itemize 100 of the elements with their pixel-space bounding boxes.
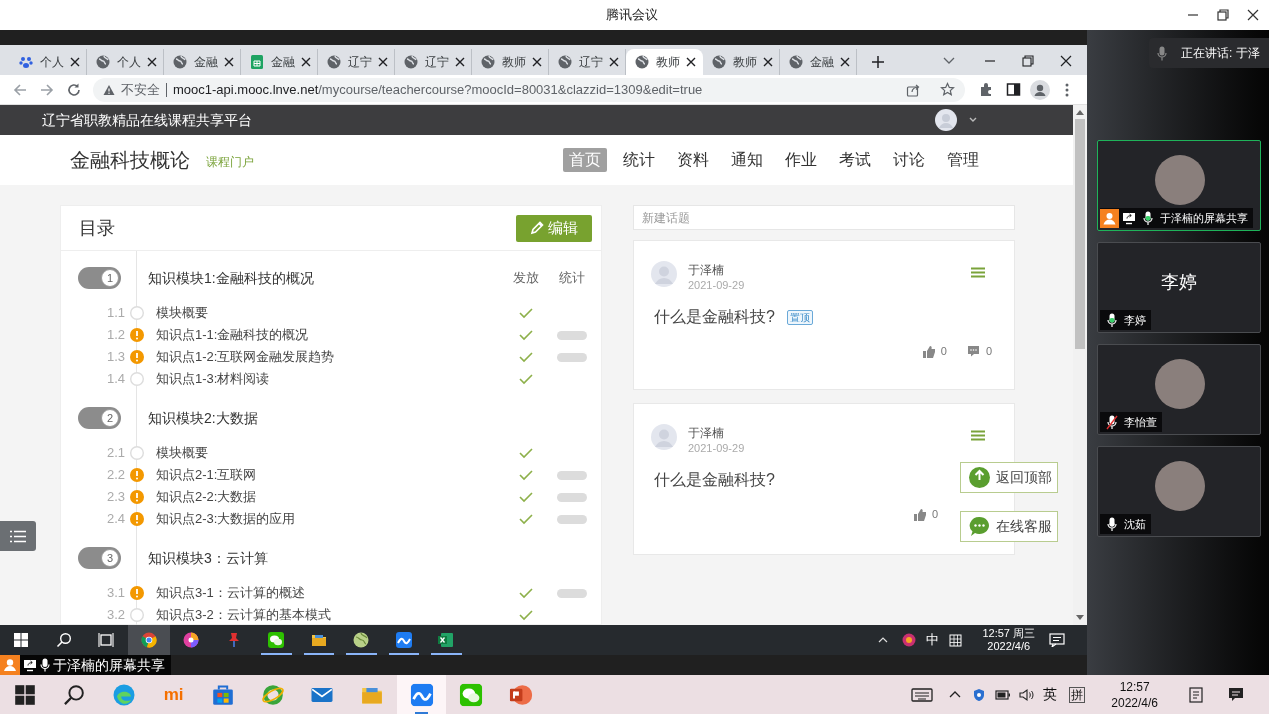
nav-tab[interactable]: 讨论 bbox=[887, 148, 931, 172]
clock-date[interactable]: 2022/4/6 bbox=[987, 640, 1031, 653]
participant-name: 于泽楠的屏幕共享 bbox=[1160, 210, 1248, 226]
close-icon[interactable] bbox=[763, 57, 773, 67]
item-title[interactable]: 知识点2-3:大数据的应用 bbox=[156, 509, 296, 529]
item-title[interactable]: 知识点1-1:金融科技的概况 bbox=[156, 325, 309, 345]
address-field[interactable]: 不安全 mooc1-api.mooc.lnve.net/mycourse/teachercourse?moocId=80031&clazzid=1309&edit=true bbox=[93, 77, 965, 102]
battery-icon[interactable] bbox=[995, 688, 1012, 701]
item-title[interactable]: 知识点3-2：云计算的基本模式 bbox=[156, 605, 331, 625]
catalog-title: 目录 bbox=[79, 216, 115, 240]
nav-tab[interactable]: 管理 bbox=[941, 148, 985, 172]
input-mode-label[interactable]: 中 bbox=[926, 630, 940, 650]
scrollbar[interactable] bbox=[1073, 105, 1087, 625]
participant-tile[interactable]: 沈茹 bbox=[1097, 446, 1261, 537]
close-icon[interactable] bbox=[1245, 7, 1261, 23]
close-icon[interactable] bbox=[224, 57, 234, 67]
scroll-up-arrow-icon[interactable] bbox=[1076, 109, 1084, 115]
scroll-down-arrow-icon[interactable] bbox=[1076, 615, 1084, 621]
forward-arrow-icon[interactable] bbox=[39, 81, 55, 98]
puzzle-piece-icon[interactable] bbox=[979, 82, 994, 97]
chevron-down-icon[interactable] bbox=[943, 57, 955, 65]
item-title[interactable]: 知识点2-2:大数据 bbox=[156, 487, 257, 507]
side-panel-icon[interactable] bbox=[1006, 82, 1021, 97]
keyboard-icon[interactable] bbox=[911, 686, 934, 703]
item-title[interactable]: 知识点1-3:材料阅读 bbox=[156, 369, 270, 389]
nav-tab[interactable]: 通知 bbox=[725, 148, 769, 172]
item-number: 1.4 bbox=[105, 370, 125, 389]
microphone-icon bbox=[1157, 45, 1167, 61]
photo-placeholder bbox=[1155, 461, 1205, 511]
item-title[interactable]: 知识点2-1:互联网 bbox=[156, 465, 257, 485]
outline-toggle-button[interactable] bbox=[0, 521, 36, 551]
star-icon[interactable] bbox=[940, 82, 955, 97]
comment-icon[interactable] bbox=[966, 345, 980, 358]
nav-tab[interactable]: 考试 bbox=[833, 148, 877, 172]
thumbs-up-icon[interactable] bbox=[912, 507, 926, 521]
post-title[interactable]: 什么是金融科技? bbox=[654, 305, 775, 329]
close-icon[interactable] bbox=[1059, 54, 1073, 68]
participant-tile[interactable]: 李怡萱 bbox=[1097, 344, 1261, 435]
back-to-top-button[interactable]: 返回顶部 bbox=[960, 462, 1058, 493]
chevron-up-icon[interactable] bbox=[949, 691, 962, 698]
item-number: 2.2 bbox=[105, 466, 125, 485]
participant-tile[interactable]: 李婷 李婷 bbox=[1097, 242, 1261, 333]
restore-icon[interactable] bbox=[1021, 54, 1035, 68]
input-method-icon[interactable] bbox=[949, 633, 963, 647]
close-icon[interactable] bbox=[70, 57, 80, 67]
window-title: 腾讯会议 bbox=[606, 6, 658, 25]
item-number: 2.4 bbox=[105, 510, 125, 529]
notification-icon[interactable] bbox=[1049, 633, 1065, 647]
nav-tab[interactable]: 资料 bbox=[671, 148, 715, 172]
close-icon[interactable] bbox=[301, 57, 311, 67]
more-icon[interactable] bbox=[1064, 81, 1070, 98]
module-toggle[interactable]: 3 bbox=[78, 547, 121, 569]
avatar-icon[interactable] bbox=[935, 109, 957, 131]
item-title[interactable]: 模块概要 bbox=[156, 303, 208, 323]
clock-date[interactable]: 2022/4/6 bbox=[1111, 694, 1158, 711]
close-icon[interactable] bbox=[532, 57, 542, 67]
item-title[interactable]: 知识点1-2:互联网金融发展趋势 bbox=[156, 347, 335, 367]
reload-icon[interactable] bbox=[66, 81, 82, 98]
thumbs-up-icon[interactable] bbox=[921, 344, 935, 358]
online-service-button[interactable]: 在线客服 bbox=[960, 511, 1058, 542]
notification-icon[interactable] bbox=[1228, 686, 1244, 703]
module-title: 知识模块3：云计算 bbox=[148, 548, 268, 568]
close-icon[interactable] bbox=[609, 57, 619, 67]
shield-icon[interactable] bbox=[973, 687, 986, 702]
chat-app-icon bbox=[459, 683, 483, 706]
notes-icon[interactable] bbox=[1188, 686, 1204, 703]
new-topic-field[interactable]: 新建话题 bbox=[633, 205, 1015, 230]
back-arrow-icon[interactable] bbox=[12, 81, 28, 98]
close-icon[interactable] bbox=[455, 57, 465, 67]
site-title: 辽宁省职教精品在线课程共享平台 bbox=[42, 110, 252, 130]
nav-tab[interactable]: 统计 bbox=[617, 148, 661, 172]
close-icon[interactable] bbox=[840, 57, 850, 67]
task-view-icon bbox=[98, 632, 115, 648]
close-icon[interactable] bbox=[686, 57, 696, 67]
item-title[interactable]: 知识点3-1：云计算的概述 bbox=[156, 583, 305, 603]
browser-tab[interactable]: 教师 bbox=[626, 49, 703, 75]
post-title[interactable]: 什么是金融科技? bbox=[654, 468, 775, 492]
course-title: 金融科技概论 bbox=[70, 148, 190, 173]
taskbar-app[interactable] bbox=[127, 625, 170, 655]
language-indicator[interactable]: 英 bbox=[1043, 684, 1058, 705]
speaker-icon[interactable] bbox=[1019, 687, 1036, 702]
participant-tile[interactable]: 于泽楠的屏幕共享 bbox=[1097, 140, 1261, 231]
clock-time[interactable]: 12:57 bbox=[1119, 678, 1150, 695]
menu-icon[interactable] bbox=[971, 430, 985, 441]
close-icon[interactable] bbox=[378, 57, 388, 67]
colorful-circle-icon[interactable] bbox=[902, 633, 917, 647]
clock-time[interactable]: 12:57 周三 bbox=[982, 627, 1035, 640]
input-method-indicator[interactable]: 拼 bbox=[1069, 686, 1086, 703]
warning-icon bbox=[103, 83, 115, 96]
module-toggle[interactable]: 1 bbox=[78, 267, 121, 289]
profile-icon[interactable] bbox=[1030, 79, 1050, 100]
caret-icon[interactable] bbox=[969, 117, 977, 123]
plus-icon[interactable] bbox=[871, 55, 885, 69]
restore-icon[interactable] bbox=[1215, 7, 1231, 23]
module-toggle[interactable]: 2 bbox=[78, 407, 121, 429]
share-icon[interactable] bbox=[906, 82, 920, 97]
item-title[interactable]: 模块概要 bbox=[156, 443, 208, 463]
menu-icon[interactable] bbox=[971, 267, 985, 278]
close-icon[interactable] bbox=[147, 57, 157, 67]
nav-tab[interactable]: 作业 bbox=[779, 148, 823, 172]
